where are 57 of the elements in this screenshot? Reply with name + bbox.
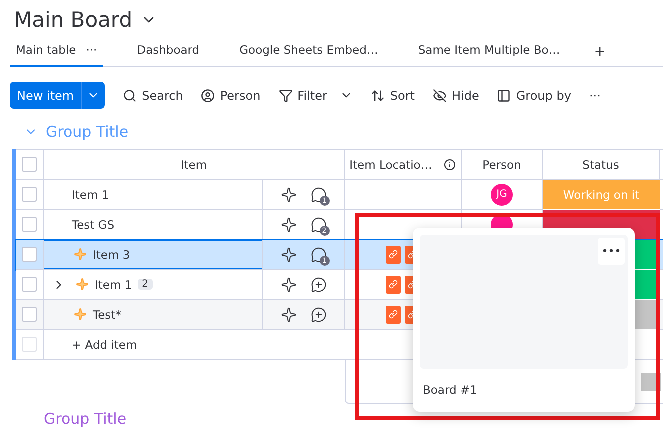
checkbox[interactable] xyxy=(22,247,37,262)
view-tab[interactable]: Main table ··· xyxy=(10,43,104,67)
toolbar-button[interactable]: Filter xyxy=(278,88,354,102)
board-name: Board #1 xyxy=(422,382,478,399)
avatar[interactable]: JG xyxy=(491,184,513,206)
sparkle-icon[interactable] xyxy=(280,246,296,262)
column-header: Item Locatio… xyxy=(350,158,432,172)
item-name[interactable]: Item 3 xyxy=(93,248,130,262)
board-title: Main Board xyxy=(14,8,133,32)
item-name[interactable]: Test GS xyxy=(72,218,115,232)
sparkle-icon xyxy=(74,248,87,261)
toolbar-button[interactable]: Sort xyxy=(371,88,415,102)
view-tab[interactable]: Google Sheets Embed… xyxy=(234,43,384,67)
sparkle-icon[interactable] xyxy=(280,276,296,292)
toolbar-button[interactable]: Group by xyxy=(497,88,572,102)
view-tab[interactable]: Same Item Multiple Bo… xyxy=(412,43,566,67)
link-file-icon[interactable] xyxy=(386,306,401,324)
eye-off-icon xyxy=(433,88,447,102)
sparkle-icon[interactable] xyxy=(280,186,296,202)
column-header: Item xyxy=(180,158,208,172)
sparkle-icon xyxy=(76,278,89,291)
item-name[interactable]: Item 1 xyxy=(72,188,110,202)
link-file-icon[interactable] xyxy=(386,276,401,294)
item-name[interactable]: Test* xyxy=(93,308,122,322)
subitem-count: 2 xyxy=(138,279,153,290)
toolbar-button[interactable]: Person xyxy=(201,88,261,102)
checkbox[interactable] xyxy=(22,157,37,172)
checkbox[interactable] xyxy=(22,277,37,292)
sparkle-icon[interactable] xyxy=(280,216,296,232)
person-icon xyxy=(201,88,216,102)
checkbox[interactable] xyxy=(22,217,37,232)
checkbox[interactable] xyxy=(22,187,37,202)
info-icon[interactable] xyxy=(444,158,456,170)
more-button[interactable]: ··· xyxy=(589,88,601,102)
item-name[interactable]: Item 1 xyxy=(95,278,132,292)
toolbar-button[interactable]: Search xyxy=(123,88,184,102)
add-item-button[interactable]: + Add item xyxy=(72,338,138,352)
sparkle-icon xyxy=(74,308,87,321)
view-tab[interactable]: Dashboard xyxy=(131,43,206,67)
more-button[interactable]: ••• xyxy=(598,238,625,265)
search-icon xyxy=(123,88,138,102)
add-update-icon[interactable] xyxy=(310,276,326,292)
sparkle-icon[interactable] xyxy=(280,306,296,322)
new-item-button[interactable]: New item xyxy=(10,82,106,109)
column-header: Person xyxy=(482,158,522,172)
add-tab-button[interactable]: + xyxy=(594,44,606,66)
sort-icon xyxy=(371,88,386,102)
group-title: Group Title xyxy=(46,123,129,141)
tab-menu[interactable]: ··· xyxy=(86,43,98,57)
filter-icon xyxy=(278,88,293,102)
add-update-icon[interactable] xyxy=(310,306,326,322)
link-file-icon[interactable] xyxy=(386,246,401,264)
column-header: Status xyxy=(582,158,620,172)
group-title: Group Title xyxy=(44,410,127,428)
checkbox[interactable] xyxy=(22,307,37,322)
toolbar-button[interactable]: Hide xyxy=(433,88,480,102)
panel-icon xyxy=(497,88,512,102)
